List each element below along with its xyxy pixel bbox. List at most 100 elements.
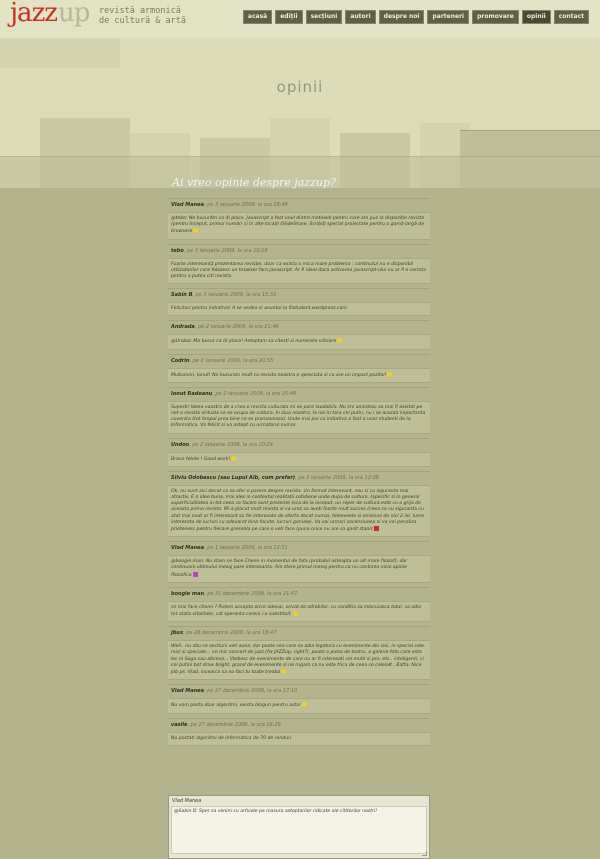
smiley-icon: [374, 526, 380, 532]
comment-item: Vlad Manea, pe 27 decembrie 2008, la ora…: [168, 684, 430, 714]
comment-author: Undoo: [171, 441, 190, 448]
nav-item-acasa[interactable]: acasă: [242, 10, 273, 24]
comment-body: Superb! Ideea voastra de a crea o revist…: [168, 400, 430, 434]
comment-author: Andrada: [171, 324, 195, 331]
comment-item: jbux, pe 28 decembrie 2008, la ora 18:47…: [168, 626, 430, 681]
comment-author: jbux: [171, 630, 184, 637]
comment-author: Vlad Manea: [171, 688, 204, 695]
comment-item: boogie man, pe 31 decembrie 2008, la ora…: [168, 586, 430, 623]
nav-item-parteneri[interactable]: parteneri: [427, 10, 470, 24]
comment-date: , pe 3 ianuarie 2009, la ora 15:32: [192, 292, 277, 299]
comment-text: Well.. nu stiu ce sectiuni veti avea, da…: [171, 644, 424, 676]
comment-author: Vlad Manea: [171, 202, 204, 208]
comment-body: ce mai face chenn ? Putem accepta orice …: [168, 600, 430, 623]
comment-author: vasile: [171, 721, 188, 728]
nav-item-despre-noi[interactable]: despre noi: [378, 10, 425, 24]
comment-meta: Ionut Radeanu, pe 2 ianuarie 2009, la or…: [168, 388, 430, 401]
comment-meta: Andrada, pe 2 ianuarie 2009, la ora 21:4…: [168, 321, 430, 334]
comment-meta: jbux, pe 28 decembrie 2008, la ora 18:47: [168, 627, 430, 640]
comment-text: Foarte interesantă prezentarea revistei,…: [171, 261, 426, 280]
comment-item: Ionut Radeanu, pe 2 ianuarie 2009, la or…: [168, 386, 430, 434]
comment-item: vasile, pe 27 decembrie 2008, la ora 16:…: [168, 717, 430, 746]
comment-textarea[interactable]: @Sabin B: Sper sa venim cu articole pe m…: [171, 806, 427, 854]
comment-date: , pe 1 ianuarie 2009, la ora 12:51: [203, 545, 288, 552]
nav-item-contact[interactable]: contact: [553, 10, 589, 24]
comment-text: Ok, nu sunt aici decat ca sa ofer o pare…: [171, 488, 425, 533]
comment-body: Felicitari pentru initiativa! A se vedea…: [168, 302, 430, 317]
main-nav: acasă ediții secțiuni autori despre noi …: [242, 10, 589, 24]
comment-item: Undoo, pe 2 ianuarie 2009, la ora 20:24 B…: [168, 437, 430, 467]
comment-body: Foarte interesantă prezentarea revistei,…: [168, 257, 430, 285]
comment-item: Codrin, pe 2 ianuarie 2009, la ora 20:55…: [168, 353, 430, 383]
comment-date: , pe 3 ianuarie 2009, la ora 18:48: [203, 202, 288, 208]
comment-date: , pe 2 ianuarie 2009, la ora 21:46: [194, 324, 279, 331]
tagline-line-1: revistă armonică: [99, 6, 181, 16]
comment-text: Nu postati algoritmi de informatica de 7…: [171, 735, 292, 741]
comment-text: Nu vom posta doar algoritmi, exista blog…: [171, 703, 301, 709]
comment-text: Felicitari pentru initiativa! A se vedea…: [171, 306, 347, 312]
comment-body: Nu vom posta doar algoritmi, exista blog…: [168, 698, 430, 714]
comment-date: , pe 28 decembrie 2008, la ora 18:47: [183, 630, 277, 637]
comment-item: Vlad Manea, pe 3 ianuarie 2009, la ora 1…: [168, 198, 430, 240]
tagline: revistă armonică de cultură & artă: [99, 6, 189, 26]
logo-jazz-text: jazz: [10, 0, 58, 28]
comment-body: Bravo fetele ! Good work!: [168, 451, 430, 467]
comments-heading: Ai vreo opinie despre jazzup?: [172, 176, 336, 189]
smiley-icon: [337, 338, 343, 344]
comment-text: Bravo fetele ! Good work!: [171, 456, 231, 462]
header-band: jazz up revistă armonică de cultură & ar…: [0, 0, 600, 38]
comment-date: , pe 2 ianuarie 2009, la ora 20:48: [212, 390, 297, 397]
comment-item: Andrada, pe 2 ianuarie 2009, la ora 21:4…: [168, 320, 430, 350]
comment-author: Ionut Radeanu: [171, 390, 213, 397]
comment-body: @boogie man: Nu stam ce face Chenn in mo…: [168, 555, 430, 583]
nav-item-opinii[interactable]: opinii: [521, 10, 551, 24]
comment-meta: Vlad Manea, pe 3 ianuarie 2009, la ora 1…: [168, 199, 430, 212]
comment-text: @boogie man: Nu stam ce face Chenn in mo…: [171, 559, 408, 578]
nav-item-autori[interactable]: autori: [345, 10, 376, 24]
comment-meta: vasile, pe 27 decembrie 2008, la ora 16:…: [168, 719, 430, 732]
comment-author: Silviu Odobescu (sau Lupul Alb, cum pref…: [171, 474, 296, 481]
comment-text: @tebo: Ne bucurăm ca iți place. Javascri…: [171, 216, 425, 235]
comment-body: @Undoo: Ma bucur ca iti place! Asteptam …: [168, 334, 430, 350]
comment-date: , pe 2 ianuarie 2009, la ora 20:24: [189, 441, 273, 448]
comment-meta: boogie man, pe 31 decembrie 2008, la ora…: [168, 588, 430, 601]
smiley-icon: [193, 228, 199, 234]
decor-square: [0, 38, 120, 68]
logo-up-text: up: [58, 0, 90, 28]
smiley-icon: [231, 455, 237, 461]
comment-date: , pe 2 ianuarie 2009, la ora 12:08: [295, 474, 379, 481]
comment-text: Multumim, Ionut! Ne bucuram mult ca revi…: [171, 372, 387, 378]
comment-meta: Undoo, pe 2 ianuarie 2009, la ora 20:24: [168, 439, 430, 452]
nav-item-sectiuni[interactable]: secțiuni: [305, 10, 343, 24]
comment-text: Superb! Ideea voastra de a crea o revist…: [171, 404, 426, 429]
comment-meta: Vlad Manea, pe 27 decembrie 2008, la ora…: [168, 685, 430, 698]
comment-date: , pe 3 ianuarie 2009, la ora 10:18: [183, 247, 268, 254]
comment-meta: Sabin B, pe 3 ianuarie 2009, la ora 15:3…: [168, 289, 430, 302]
resize-handle-icon[interactable]: [422, 851, 427, 856]
nav-item-editii[interactable]: ediții: [275, 10, 303, 24]
nav-item-promovare[interactable]: promovare: [472, 10, 519, 24]
smiley-icon: [292, 611, 298, 617]
smiley-icon: [387, 371, 393, 377]
comment-body: Nu postati algoritmi de informatica de 7…: [168, 731, 430, 746]
comment-body: Ok, nu sunt aici decat ca sa ofer o pare…: [168, 484, 430, 538]
comment-body: Multumim, Ionut! Ne bucuram mult ca revi…: [168, 367, 430, 383]
comment-body: Well.. nu stiu ce sectiuni veti avea, da…: [168, 640, 430, 681]
smiley-icon: [301, 702, 307, 708]
comment-meta: tebo, pe 3 ianuarie 2009, la ora 10:18: [168, 245, 430, 258]
comment-meta: Silviu Odobescu (sau Lupul Alb, cum pref…: [168, 472, 430, 485]
comment-author: Sabin B: [171, 292, 193, 299]
comment-meta: Codrin, pe 2 ianuarie 2009, la ora 20:55: [168, 355, 430, 368]
form-name-field[interactable]: Vlad Manea: [169, 796, 429, 806]
comment-body: @tebo: Ne bucurăm ca iți place. Javascri…: [168, 212, 430, 240]
comment-date: , pe 27 decembrie 2008, la ora 17:10: [203, 688, 298, 695]
smiley-icon: [192, 571, 198, 577]
comments-column: Ai vreo opinie despre jazzup? Vlad Manea…: [168, 176, 430, 859]
hero-banner: opinii: [0, 38, 600, 188]
comment-meta: Vlad Manea, pe 1 ianuarie 2009, la ora 1…: [168, 542, 430, 555]
comment-item: Sabin B, pe 3 ianuarie 2009, la ora 15:3…: [168, 288, 430, 317]
comment-form: Vlad Manea @Sabin B: Sper sa venim cu ar…: [168, 795, 430, 859]
comments-list: Vlad Manea, pe 3 ianuarie 2009, la ora 1…: [168, 198, 430, 746]
comment-date: , pe 31 decembrie 2008, la ora 21:47: [204, 590, 298, 597]
tagline-line-2: de cultură & artă: [99, 16, 186, 26]
